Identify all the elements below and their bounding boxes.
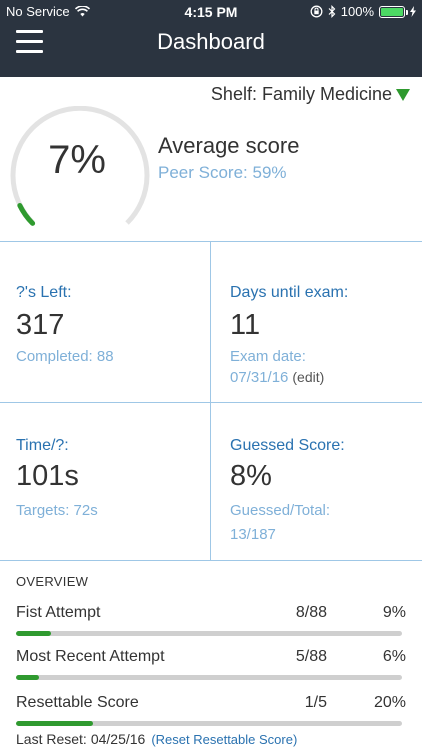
completed-count: Completed: 88: [16, 348, 114, 365]
reset-resettable-score-link[interactable]: (Reset Resettable Score): [151, 732, 297, 747]
last-reset-date: 04/25/16: [90, 731, 146, 747]
divider: [210, 242, 211, 560]
average-score-label: Average score: [158, 133, 300, 158]
overview-title: OVERVIEW: [16, 574, 89, 589]
last-reset: Last Reset: 04/25/16 (Reset Resettable Sco…: [16, 731, 297, 747]
last-reset-label: Last Reset:: [16, 731, 87, 747]
peer-score: Peer Score: 59%: [158, 163, 287, 182]
overview-row-label: Fist Attempt: [16, 604, 101, 621]
questions-left-value: 317: [16, 309, 65, 341]
overview-row-label: Most Recent Attempt: [16, 648, 165, 665]
guessed-score-value: 8%: [230, 460, 272, 492]
progress-fill: [16, 631, 51, 636]
hamburger-menu-icon[interactable]: [16, 30, 43, 54]
divider: [0, 402, 422, 403]
overview-row-label: Resettable Score: [16, 694, 139, 711]
dropdown-triangle-icon: [396, 88, 410, 101]
shelf-selector[interactable]: Shelf: Family Medicine: [211, 84, 410, 105]
exam-date: 07/31/16 (edit): [230, 369, 324, 386]
overview-row-count: 1/5: [304, 694, 327, 711]
days-until-exam-label: Days until exam:: [230, 284, 349, 301]
overview-row-percent: 20%: [373, 694, 406, 711]
questions-left-label: ?'s Left:: [16, 284, 72, 301]
shelf-label: Shelf: Family Medicine: [210, 84, 392, 104]
guessed-score-label: Guessed Score:: [230, 437, 345, 454]
overview-progress-bar: [16, 721, 402, 726]
divider: [0, 241, 422, 242]
battery-icon: [379, 5, 408, 18]
orientation-lock-icon: [310, 5, 323, 18]
days-until-exam-value: 11: [230, 309, 261, 341]
charging-icon: [410, 6, 416, 17]
average-score-value: 7%: [48, 138, 106, 182]
overview-row-count: 5/88: [295, 648, 327, 665]
battery-percent: 100%: [340, 4, 374, 19]
targets-value: Targets: 72s: [16, 502, 98, 519]
time-per-question-label: Time/?:: [16, 437, 69, 454]
overview-progress-bar: [16, 631, 402, 636]
page-title: Dashboard: [157, 29, 265, 54]
status-bar: No Service 4:15 PM 100%: [0, 0, 422, 22]
bluetooth-icon: [328, 5, 336, 18]
exam-date-label: Exam date:: [230, 348, 306, 365]
guessed-total-label: Guessed/Total:: [230, 502, 331, 519]
divider: [0, 560, 422, 561]
overview-row-percent: 9%: [382, 604, 406, 621]
progress-fill: [16, 675, 40, 680]
guessed-total-value: 13/187: [230, 526, 276, 543]
overview-row-percent: 6%: [382, 648, 406, 665]
time-per-question-value: 101s: [16, 460, 79, 492]
progress-fill: [16, 721, 94, 726]
edit-exam-date-button[interactable]: (edit): [292, 369, 324, 385]
top-bar: No Service 4:15 PM 100% Dashboard: [0, 0, 422, 77]
overview-progress-bar: [16, 675, 402, 680]
overview-row-count: 8/88: [295, 604, 327, 621]
exam-date-value: 07/31/16: [230, 369, 289, 386]
gauge-fill: [17, 202, 36, 226]
